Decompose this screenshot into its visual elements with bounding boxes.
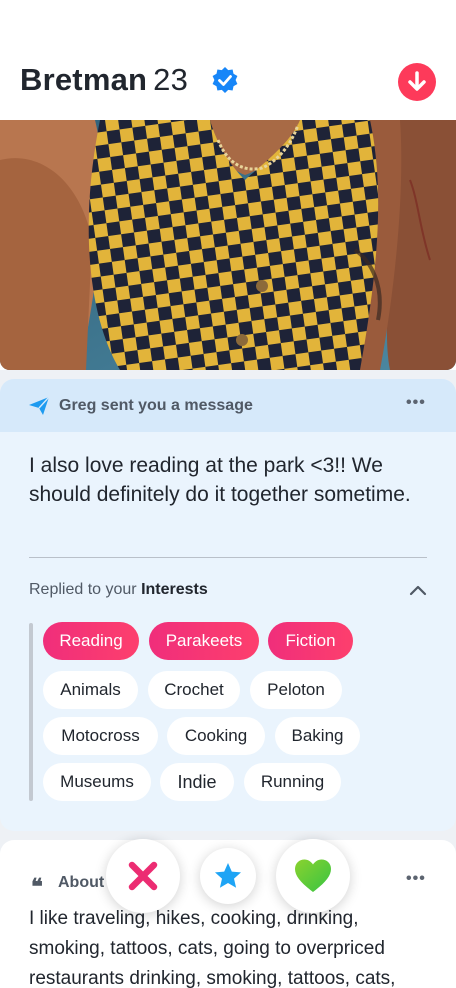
super-like-button[interactable]: [200, 848, 256, 904]
profile-header: Bretman 23: [0, 0, 456, 120]
replied-prefix: Replied to your: [29, 581, 142, 598]
interest-pill[interactable]: Museums: [43, 763, 151, 801]
star-icon: [215, 863, 241, 888]
interest-pill[interactable]: Animals: [43, 671, 138, 709]
about-text: I like traveling, hikes, cooking, drinki…: [29, 908, 396, 988]
message-body: I also love reading at the park <3!! We …: [29, 454, 411, 506]
message-card-header: Greg sent you a message •••: [0, 379, 456, 432]
about-title: About: [58, 874, 105, 891]
profile-name: Bretman: [20, 62, 148, 97]
nope-button[interactable]: [106, 839, 180, 913]
about-options-button[interactable]: •••: [406, 870, 426, 888]
message-sender-label: Greg sent you a message: [59, 397, 253, 414]
interest-pill-highlighted[interactable]: Parakeets: [149, 622, 259, 660]
message-options-button[interactable]: •••: [406, 394, 426, 412]
interest-pill[interactable]: Running: [244, 763, 341, 801]
divider: [29, 557, 427, 558]
interest-pill-highlighted[interactable]: Fiction: [268, 622, 353, 660]
replied-to-label: Replied to your Interests: [29, 581, 208, 599]
profile-photo-image: [0, 120, 456, 370]
interests-rail: [29, 623, 33, 801]
profile-age: 23: [153, 62, 189, 97]
interest-pill[interactable]: Indie: [160, 763, 234, 801]
collapse-profile-button[interactable]: [398, 63, 436, 101]
x-icon: [128, 861, 158, 891]
interest-pill-highlighted[interactable]: Reading: [43, 622, 139, 660]
heart-icon: [295, 859, 331, 892]
profile-name-age: Bretman 23: [20, 62, 188, 98]
like-button[interactable]: [276, 839, 350, 913]
interest-pill[interactable]: Baking: [275, 717, 360, 755]
replied-target: Interests: [141, 581, 208, 598]
interest-pill[interactable]: Cooking: [167, 717, 265, 755]
message-card: Greg sent you a message ••• I also love …: [0, 379, 456, 831]
paper-plane-icon: [29, 396, 50, 415]
interest-pill[interactable]: Crochet: [148, 671, 240, 709]
arrow-down-icon: [408, 71, 426, 91]
verified-badge-icon: [212, 67, 238, 93]
interest-pill[interactable]: Peloton: [250, 671, 342, 709]
profile-photo: [0, 120, 456, 370]
chevron-up-icon[interactable]: [408, 583, 428, 597]
interest-pill[interactable]: Motocross: [43, 717, 158, 755]
quote-icon: ❝: [31, 874, 43, 900]
